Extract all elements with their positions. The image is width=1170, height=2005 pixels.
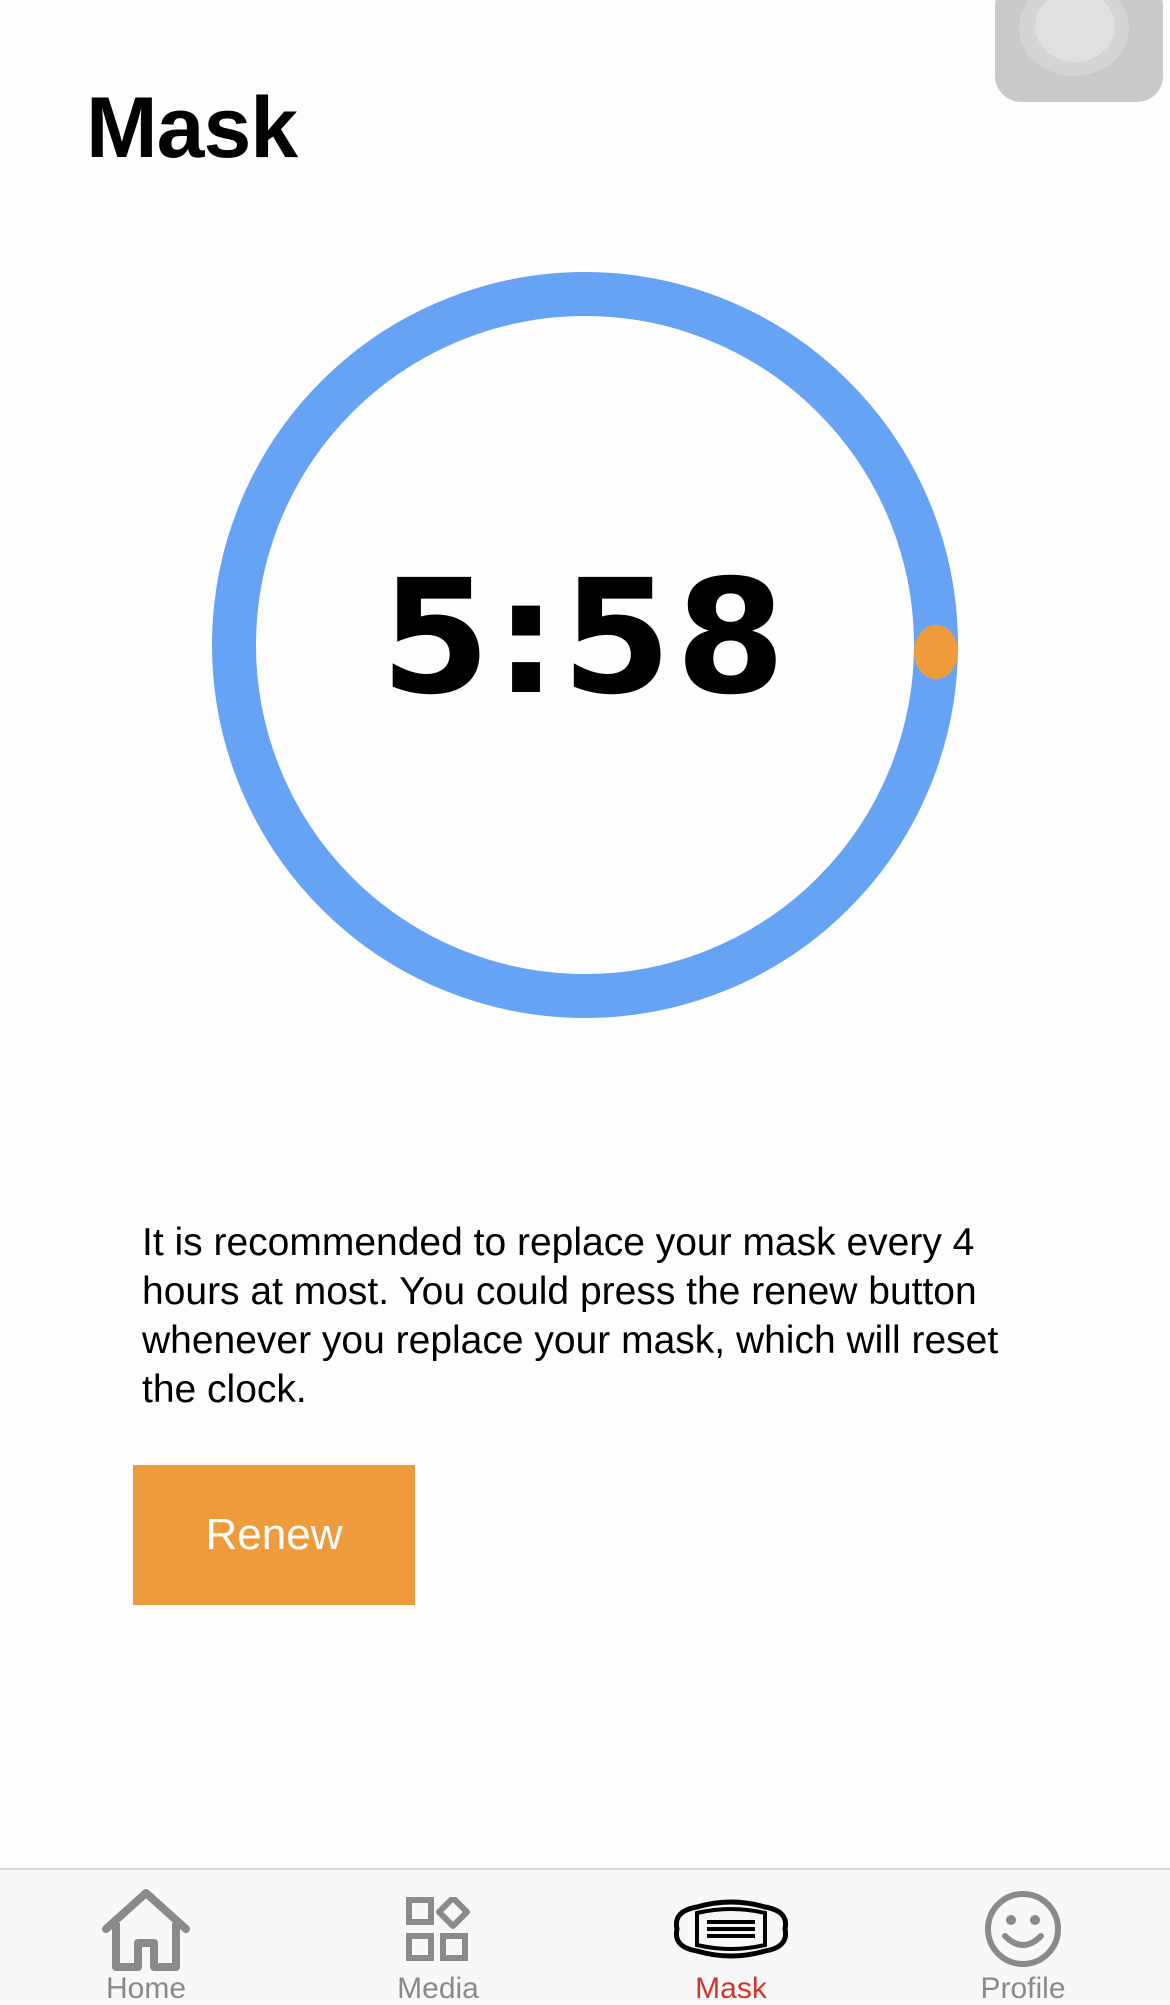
media-icon <box>406 1884 470 1974</box>
page-title: Mask <box>86 80 298 176</box>
timer-remaining-time: 5:58 <box>380 546 790 730</box>
tab-media-label: Media <box>397 1972 479 2005</box>
bottom-tab-bar: Home Media Mask Profile <box>0 1868 1170 2004</box>
assistive-touch-button[interactable] <box>995 0 1163 102</box>
home-icon <box>100 1884 192 1974</box>
smiley-icon <box>983 1884 1063 1974</box>
tab-mask-label: Mask <box>695 1972 767 2005</box>
renew-button[interactable]: Renew <box>133 1465 415 1605</box>
mask-icon <box>673 1884 789 1974</box>
tab-profile-label: Profile <box>980 1972 1066 2005</box>
countdown-timer: 5:58 <box>210 270 960 1020</box>
mask-replacement-description: It is recommended to replace your mask e… <box>142 1221 999 1411</box>
tab-media[interactable]: Media <box>292 1870 584 2004</box>
tab-home-label: Home <box>105 1972 187 2005</box>
tab-home[interactable]: Home <box>0 1870 292 2004</box>
tab-mask[interactable]: Mask <box>585 1870 877 2004</box>
tab-profile[interactable]: Profile <box>877 1870 1169 2004</box>
